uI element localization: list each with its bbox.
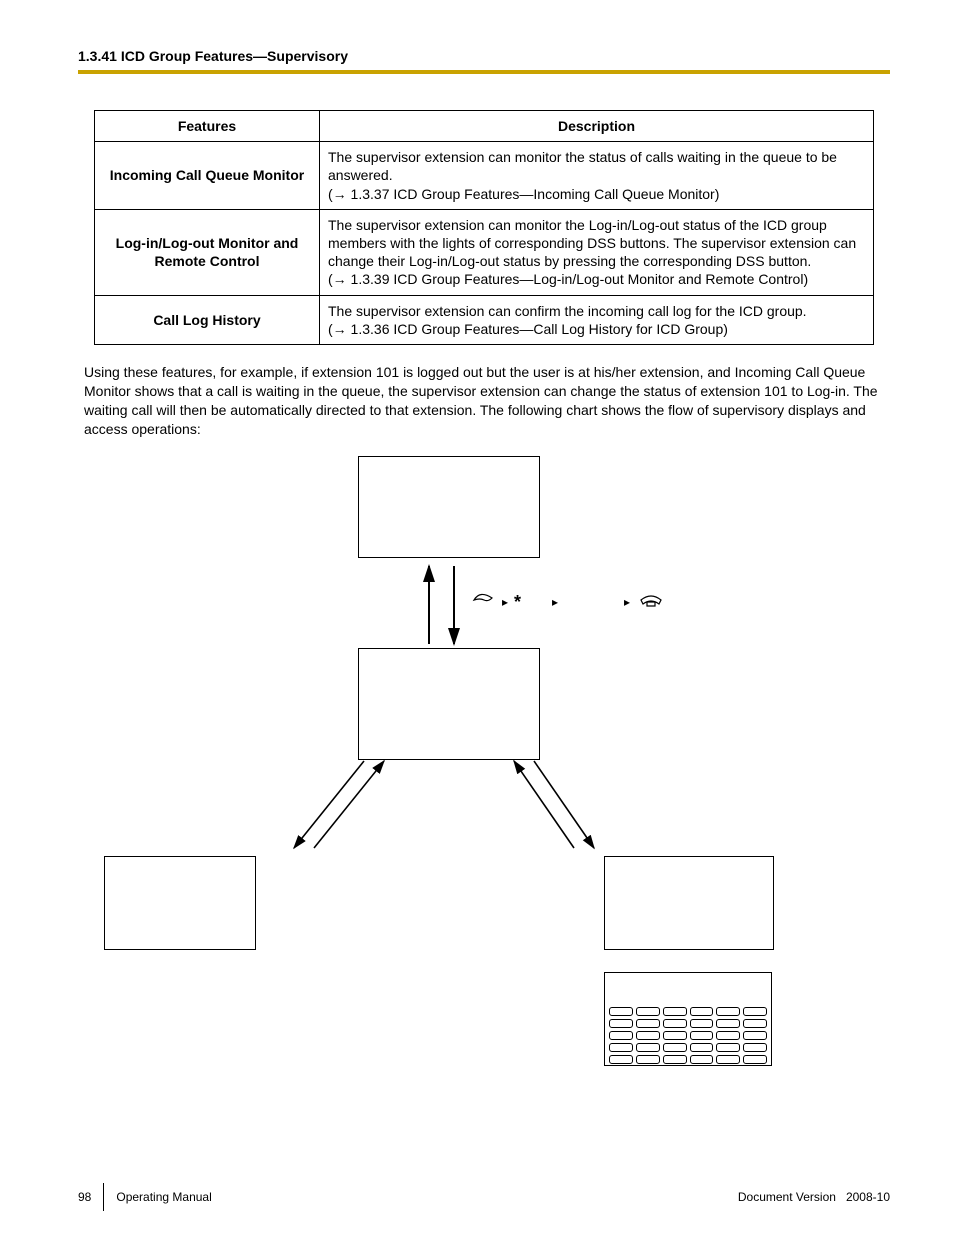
- feature-desc: The supervisor extension can confirm the…: [320, 295, 874, 344]
- feature-name: Incoming Call Queue Monitor: [95, 142, 320, 210]
- table-row: Log-in/Log-out Monitor and Remote Contro…: [95, 209, 874, 295]
- desc-text: The supervisor extension can monitor the…: [328, 149, 837, 183]
- doc-version-value: 2008-10: [846, 1190, 890, 1204]
- table-row: Call Log History The supervisor extensio…: [95, 295, 874, 344]
- desc-ref: (→ 1.3.39 ICD Group Features—Log-in/Log-…: [328, 271, 808, 287]
- doc-version-label: Document Version: [738, 1190, 836, 1204]
- on-hook-icon: [641, 596, 661, 606]
- desc-text: The supervisor extension can confirm the…: [328, 303, 807, 319]
- section-header: 1.3.41 ICD Group Features—Supervisory: [78, 48, 890, 64]
- sequence-key: *: [514, 592, 521, 612]
- flow-diagram: ▸ * ▸ ▸: [94, 456, 874, 1096]
- manual-name: Operating Manual: [116, 1190, 211, 1204]
- footer-separator: [103, 1183, 104, 1211]
- features-table: Features Description Incoming Call Queue…: [94, 110, 874, 345]
- play-icon: ▸: [624, 595, 630, 609]
- desc-ref: (→ 1.3.37 ICD Group Features—Incoming Ca…: [328, 186, 719, 202]
- page-footer: 98 Operating Manual Document Version 200…: [78, 1183, 890, 1211]
- feature-name: Log-in/Log-out Monitor and Remote Contro…: [95, 209, 320, 295]
- feature-desc: The supervisor extension can monitor the…: [320, 142, 874, 210]
- header-rule: [78, 70, 890, 74]
- page-number: 98: [78, 1190, 91, 1204]
- desc-ref: (→ 1.3.36 ICD Group Features—Call Log Hi…: [328, 321, 728, 337]
- table-row: Incoming Call Queue Monitor The supervis…: [95, 142, 874, 210]
- col-features: Features: [95, 111, 320, 142]
- feature-desc: The supervisor extension can monitor the…: [320, 209, 874, 295]
- body-paragraph: Using these features, for example, if ex…: [84, 363, 890, 439]
- play-icon: ▸: [502, 595, 508, 609]
- play-icon: ▸: [552, 595, 558, 609]
- col-description: Description: [320, 111, 874, 142]
- feature-name: Call Log History: [95, 295, 320, 344]
- diagram-connectors: ▸ * ▸ ▸: [94, 456, 874, 1096]
- desc-text: The supervisor extension can monitor the…: [328, 217, 856, 269]
- off-hook-icon: [474, 595, 492, 601]
